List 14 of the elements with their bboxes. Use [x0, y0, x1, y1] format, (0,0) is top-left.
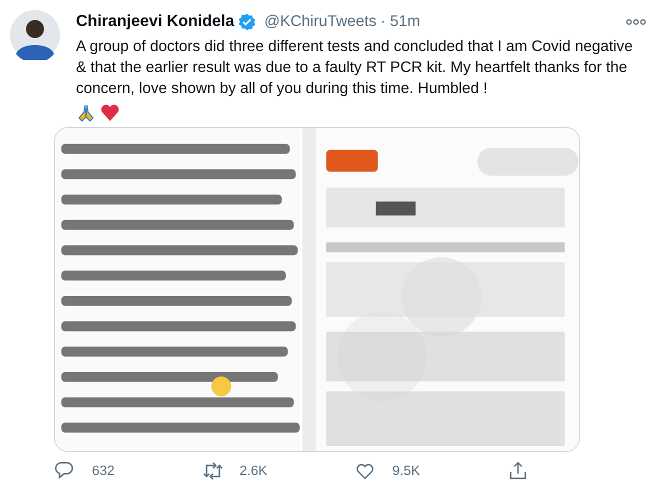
tweet-text: A group of doctors did three different tests and concluded that I am Covid negative & that the earlier result was due to a faulty RT PCR kit. My heartfelt thanks for the concern, love shown by all of you during this time. Humbled ! [76, 37, 634, 99]
share-icon [507, 460, 529, 482]
reply-button[interactable]: 632 [54, 460, 115, 482]
author-handle[interactable]: @KChiruTweets [264, 10, 376, 34]
tweet-time: · 51m [380, 12, 420, 32]
retweet-icon [202, 460, 224, 482]
heart-icon [100, 103, 120, 123]
retweet-button[interactable]: 2.6K [202, 460, 268, 482]
praying-hands-icon [76, 103, 96, 123]
avatar[interactable] [10, 10, 60, 60]
share-button[interactable] [507, 460, 529, 482]
like-button[interactable]: 9.5K [354, 460, 420, 482]
author-name[interactable]: Chiranjeevi Konidela [76, 10, 234, 34]
more-icon[interactable] [626, 18, 646, 26]
